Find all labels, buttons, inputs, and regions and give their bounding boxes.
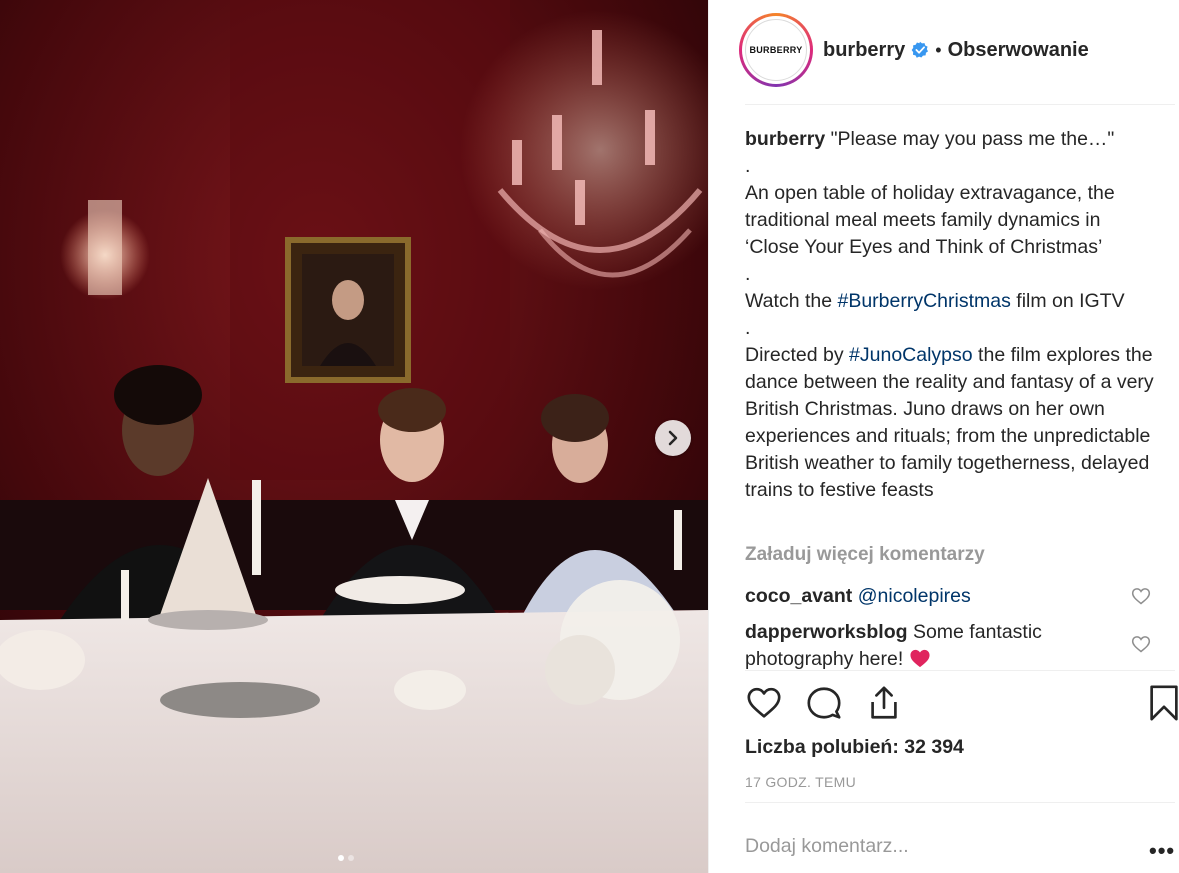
following-button[interactable]: Obserwowanie bbox=[948, 39, 1089, 62]
caption-separator: . bbox=[745, 317, 751, 339]
caption-directed-suffix: the film explores the dance between the … bbox=[745, 344, 1160, 501]
comment-item: coco_avant @nicolepires bbox=[745, 583, 1125, 610]
post-image-illustration bbox=[0, 0, 708, 873]
post-header: BURBERRY burberry • Obserwowanie bbox=[739, 10, 1157, 90]
comment-item: dapperworksblog Some fantastic photograp… bbox=[745, 619, 1125, 673]
carousel-dot bbox=[348, 855, 354, 861]
verified-badge-icon bbox=[911, 41, 929, 58]
carousel-next-button[interactable] bbox=[655, 420, 691, 456]
hashtag-link[interactable]: #JunoCalypso bbox=[849, 344, 973, 366]
post-actions-bar bbox=[745, 684, 1178, 724]
caption-paragraph: An open table of holiday extravagance, t… bbox=[745, 182, 1121, 258]
bookmark-icon[interactable] bbox=[1145, 684, 1179, 722]
speech-bubble-icon[interactable] bbox=[805, 684, 843, 722]
comment-like-icon[interactable] bbox=[1131, 586, 1151, 606]
carousel-dot-active bbox=[338, 855, 344, 861]
more-options-button[interactable]: ••• bbox=[1149, 838, 1175, 864]
caption-separator: . bbox=[745, 263, 751, 285]
caption-line1: "Please may you pass me the…" bbox=[830, 128, 1115, 150]
heart-outline-icon[interactable] bbox=[745, 684, 783, 722]
comment-username[interactable]: dapperworksblog bbox=[745, 621, 908, 643]
post-photo[interactable] bbox=[0, 0, 708, 873]
chevron-right-icon bbox=[668, 430, 678, 446]
share-upload-icon[interactable] bbox=[865, 684, 903, 722]
carousel-indicator bbox=[338, 855, 354, 861]
avatar-logo: BURBERRY bbox=[745, 19, 807, 81]
add-comment-input[interactable]: Dodaj komentarz... bbox=[745, 835, 1045, 858]
header-divider bbox=[745, 104, 1175, 105]
caption-watch-suffix: film on IGTV bbox=[1010, 290, 1125, 312]
header-bullet: • bbox=[935, 39, 942, 60]
header-username[interactable]: burberry bbox=[823, 39, 905, 62]
comment-username[interactable]: coco_avant bbox=[745, 585, 852, 607]
red-heart-emoji-icon bbox=[910, 649, 930, 668]
post-details-panel: BURBERRY burberry • Obserwowanie burberr… bbox=[708, 0, 1179, 873]
load-more-comments-button[interactable]: Załaduj więcej komentarzy bbox=[745, 544, 985, 566]
caption-watch-prefix: Watch the bbox=[745, 290, 838, 312]
likes-count[interactable]: Liczba polubień: 32 394 bbox=[745, 736, 964, 759]
caption-username[interactable]: burberry bbox=[745, 128, 825, 150]
avatar[interactable]: BURBERRY bbox=[739, 13, 813, 87]
post-caption: burberry "Please may you pass me the…" .… bbox=[745, 126, 1155, 504]
hashtag-link[interactable]: #BurberryChristmas bbox=[837, 290, 1010, 312]
comment-mention[interactable]: @nicolepires bbox=[858, 585, 971, 607]
comments-divider bbox=[745, 670, 1175, 671]
footer-divider bbox=[745, 802, 1175, 803]
comment-like-icon[interactable] bbox=[1131, 634, 1151, 654]
caption-directed-prefix: Directed by bbox=[745, 344, 850, 366]
post-timestamp: 17 GODZ. TEMU bbox=[745, 774, 856, 790]
caption-separator: . bbox=[745, 155, 751, 177]
